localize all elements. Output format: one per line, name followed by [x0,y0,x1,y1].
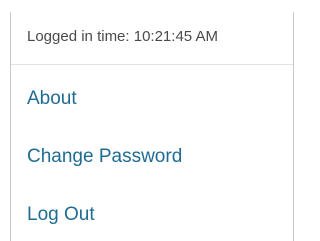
logged-in-time-label: Logged in time: 10:21:45 AM [27,28,218,45]
about-link[interactable]: About [27,88,77,110]
change-password-link[interactable]: Change Password [27,146,182,168]
menu-divider [11,64,293,65]
user-menu-panel: Logged in time: 10:21:45 AM About Change… [10,12,294,241]
log-out-link[interactable]: Log Out [27,204,95,226]
